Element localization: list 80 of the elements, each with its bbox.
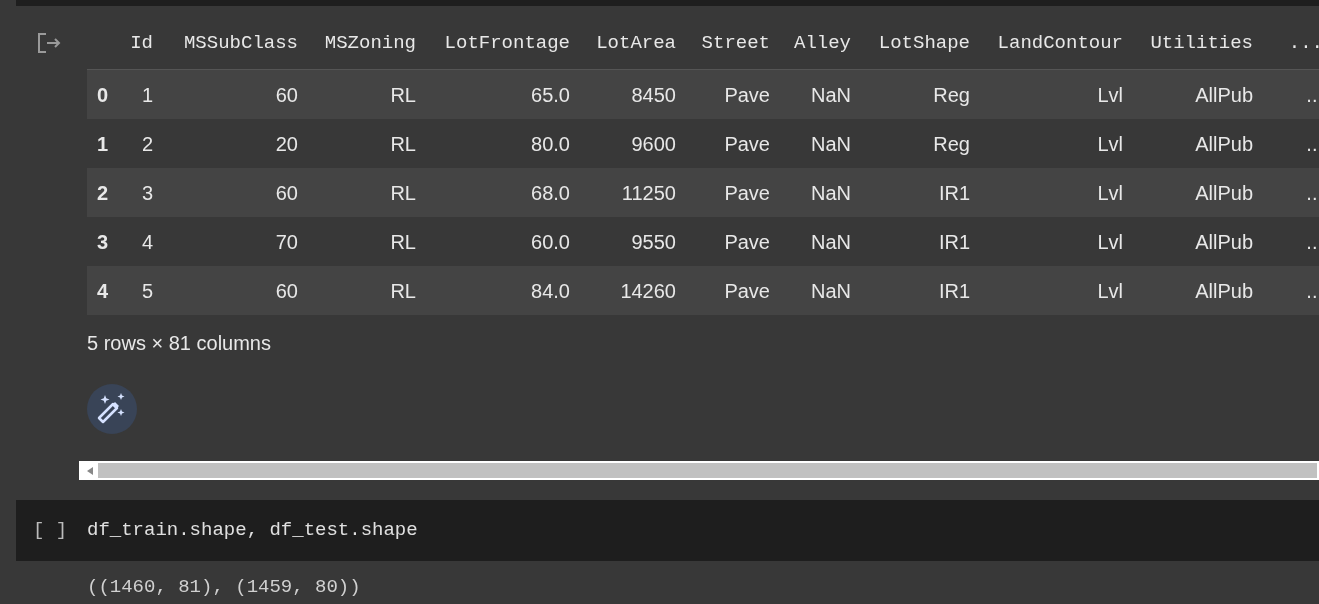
row-index: 1 <box>97 132 109 155</box>
table-cell: AllPub <box>1195 279 1253 302</box>
table-cell: 65.0 <box>531 83 570 106</box>
table-cell: AllPub <box>1195 181 1253 204</box>
column-header: LotArea <box>596 31 676 54</box>
column-header: MSZoning <box>324 31 416 54</box>
table-cell: RL <box>390 83 416 106</box>
table-cell: 9600 <box>631 132 676 155</box>
horizontal-scrollbar[interactable] <box>79 461 1319 480</box>
column-header: Street <box>701 31 770 54</box>
table-cell: RL <box>390 181 416 204</box>
table-cell: NaN <box>811 132 851 155</box>
table-cell: 60 <box>275 279 298 302</box>
column-header: LotFrontage <box>444 31 570 54</box>
table-cell: 84.0 <box>531 279 570 302</box>
table-cell: ... <box>1306 181 1319 204</box>
table-cell: Pave <box>724 279 770 302</box>
table-cell: Pave <box>724 230 770 253</box>
column-header: ... <box>1288 31 1319 54</box>
table-cell: Pave <box>724 181 770 204</box>
table-cell: RL <box>390 132 416 155</box>
table-cell: AllPub <box>1195 83 1253 106</box>
run-cell-marker[interactable]: [ ] <box>16 516 87 545</box>
table-cell: Pave <box>724 132 770 155</box>
column-header: LandContour <box>997 31 1123 54</box>
table-cell: 80.0 <box>531 132 570 155</box>
table-cell: IR1 <box>938 230 970 253</box>
scroll-left-icon[interactable] <box>86 466 93 475</box>
table-cell: Pave <box>724 83 770 106</box>
table-cell: 68.0 <box>531 181 570 204</box>
table-cell: 60.0 <box>531 230 570 253</box>
table-cell: ... <box>1306 132 1319 155</box>
table-cell: NaN <box>811 181 851 204</box>
table-cell: 20 <box>275 132 298 155</box>
table-summary: 5 rows × 81 columns <box>87 332 271 354</box>
table-cell: ... <box>1306 83 1319 106</box>
table-cell: 1 <box>142 83 154 106</box>
table-cell: 14260 <box>620 279 676 302</box>
table-cell: RL <box>390 230 416 253</box>
table-cell: 5 <box>142 279 154 302</box>
table-cell: AllPub <box>1195 132 1253 155</box>
table-cell: NaN <box>811 230 851 253</box>
table-cell: 3 <box>142 181 154 204</box>
table-cell: IR1 <box>938 181 970 204</box>
table-cell: 70 <box>275 230 298 253</box>
table-cell: RL <box>390 279 416 302</box>
table-cell: 60 <box>275 181 298 204</box>
table-cell: 4 <box>142 230 154 253</box>
table-cell: 2 <box>142 132 154 155</box>
table-cell: 9550 <box>631 230 676 253</box>
magic-wand-button[interactable] <box>87 384 137 434</box>
column-header: Id <box>130 31 153 54</box>
table-cell: Reg <box>933 132 970 155</box>
table-cell: ... <box>1306 230 1319 253</box>
table-cell: NaN <box>811 83 851 106</box>
cell-output: ((1460, 81), (1459, 80)) <box>87 576 361 598</box>
row-index: 0 <box>97 83 109 106</box>
column-header: MSSubClass <box>183 31 298 54</box>
row-index: 4 <box>97 279 109 302</box>
row-index: 2 <box>97 181 109 204</box>
table-cell: Lvl <box>1097 181 1123 204</box>
column-header: Alley <box>794 31 851 54</box>
table-cell: 60 <box>275 83 298 106</box>
table-cell: Lvl <box>1097 230 1123 253</box>
column-header: LotShape <box>878 31 970 54</box>
table-cell: NaN <box>811 279 851 302</box>
row-index: 3 <box>97 230 109 253</box>
table-cell: Lvl <box>1097 279 1123 302</box>
table-cell: ... <box>1306 279 1319 302</box>
output-icon[interactable] <box>37 32 63 54</box>
table-cell: Reg <box>933 83 970 106</box>
column-header: Utilities <box>1150 31 1253 54</box>
table-cell: Lvl <box>1097 132 1123 155</box>
table-cell: Lvl <box>1097 83 1123 106</box>
table-cell: AllPub <box>1195 230 1253 253</box>
table-cell: IR1 <box>938 279 970 302</box>
table-cell: 8450 <box>631 83 676 106</box>
code-line: df_train.shape, df_test.shape <box>87 518 418 544</box>
scrollbar-thumb[interactable] <box>98 463 1317 478</box>
table-cell: 11250 <box>621 181 676 204</box>
